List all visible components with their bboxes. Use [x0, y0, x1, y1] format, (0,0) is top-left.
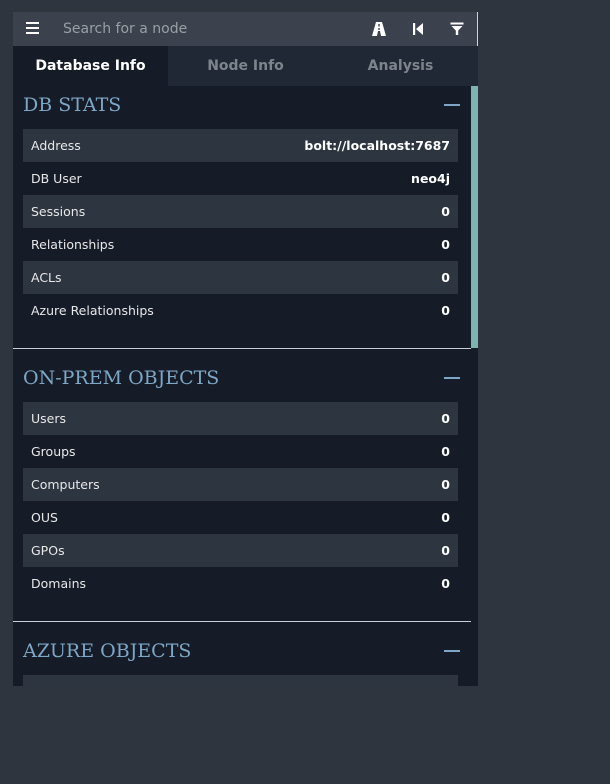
azure-objects-section: AZURE OBJECTS [13, 632, 471, 686]
menu-icon[interactable] [26, 22, 39, 35]
azure-objects-table [23, 675, 458, 686]
azure-objects-header[interactable]: AZURE OBJECTS [23, 640, 460, 664]
database-info-content: DB STATS Address bolt://localhost:7687 D… [13, 86, 478, 686]
table-row: Domains 0 [23, 567, 458, 600]
tab-node-info[interactable]: Node Info [168, 46, 323, 86]
section-divider [13, 621, 471, 622]
row-label: Domains [31, 576, 87, 591]
row-label: Groups [31, 444, 76, 459]
section-title: ON-PREM OBJECTS [23, 367, 220, 389]
collapse-icon[interactable] [444, 650, 460, 652]
collapse-icon[interactable] [444, 377, 460, 379]
onprem-objects-section: ON-PREM OBJECTS Users 0 Groups 0 Compute… [13, 359, 471, 621]
filter-icon[interactable] [447, 19, 467, 39]
row-label: Relationships [31, 237, 115, 252]
row-value: 0 [441, 510, 450, 525]
table-row: Users 0 [23, 402, 458, 435]
row-value: 0 [441, 303, 450, 318]
table-row: ACLs 0 [23, 261, 458, 294]
onprem-objects-table: Users 0 Groups 0 Computers 0 OUS 0 GPOs [23, 402, 458, 600]
table-row: Relationships 0 [23, 228, 458, 261]
section-title: AZURE OBJECTS [23, 640, 192, 662]
table-row: Azure Relationships 0 [23, 294, 458, 327]
table-row: Computers 0 [23, 468, 458, 501]
row-label: DB User [31, 171, 82, 186]
scrollbar[interactable] [471, 86, 478, 686]
back-icon[interactable] [408, 19, 428, 39]
row-label: Users [31, 411, 67, 426]
tab-database-info[interactable]: Database Info [13, 46, 168, 86]
onprem-objects-header[interactable]: ON-PREM OBJECTS [23, 367, 460, 391]
db-stats-table: Address bolt://localhost:7687 DB User ne… [23, 129, 458, 327]
row-label: Address [31, 138, 81, 153]
table-row: Groups 0 [23, 435, 458, 468]
row-value: 0 [441, 477, 450, 492]
scrollbar-thumb[interactable] [471, 86, 478, 348]
row-label: Computers [31, 477, 100, 492]
row-label: Sessions [31, 204, 86, 219]
row-value: 0 [441, 543, 450, 558]
pathfinding-icon[interactable] [369, 19, 389, 39]
section-divider [13, 348, 471, 349]
section-title: DB STATS [23, 94, 122, 116]
table-row: Sessions 0 [23, 195, 458, 228]
table-row: Address bolt://localhost:7687 [23, 129, 458, 162]
row-value: 0 [441, 204, 450, 219]
db-stats-section: DB STATS Address bolt://localhost:7687 D… [13, 86, 471, 348]
collapse-icon[interactable] [444, 104, 460, 106]
row-value: bolt://localhost:7687 [304, 138, 450, 153]
row-label: OUS [31, 510, 58, 525]
row-label: ACLs [31, 270, 62, 285]
table-row: GPOs 0 [23, 534, 458, 567]
db-stats-header[interactable]: DB STATS [23, 94, 460, 118]
search-input[interactable] [57, 17, 359, 41]
database-panel: Database Info Node Info Analysis DB STAT… [13, 12, 478, 686]
row-value: 0 [441, 237, 450, 252]
table-row: DB User neo4j [23, 162, 458, 195]
row-value: 0 [441, 444, 450, 459]
row-label: GPOs [31, 543, 65, 558]
row-value: 0 [441, 270, 450, 285]
row-value: neo4j [411, 171, 450, 186]
row-value: 0 [441, 411, 450, 426]
row-label: Azure Relationships [31, 303, 154, 318]
table-row: OUS 0 [23, 501, 458, 534]
row-value: 0 [441, 576, 450, 591]
table-row [23, 675, 458, 686]
tab-bar: Database Info Node Info Analysis [13, 46, 478, 86]
tab-analysis[interactable]: Analysis [323, 46, 478, 86]
search-bar [13, 12, 478, 46]
